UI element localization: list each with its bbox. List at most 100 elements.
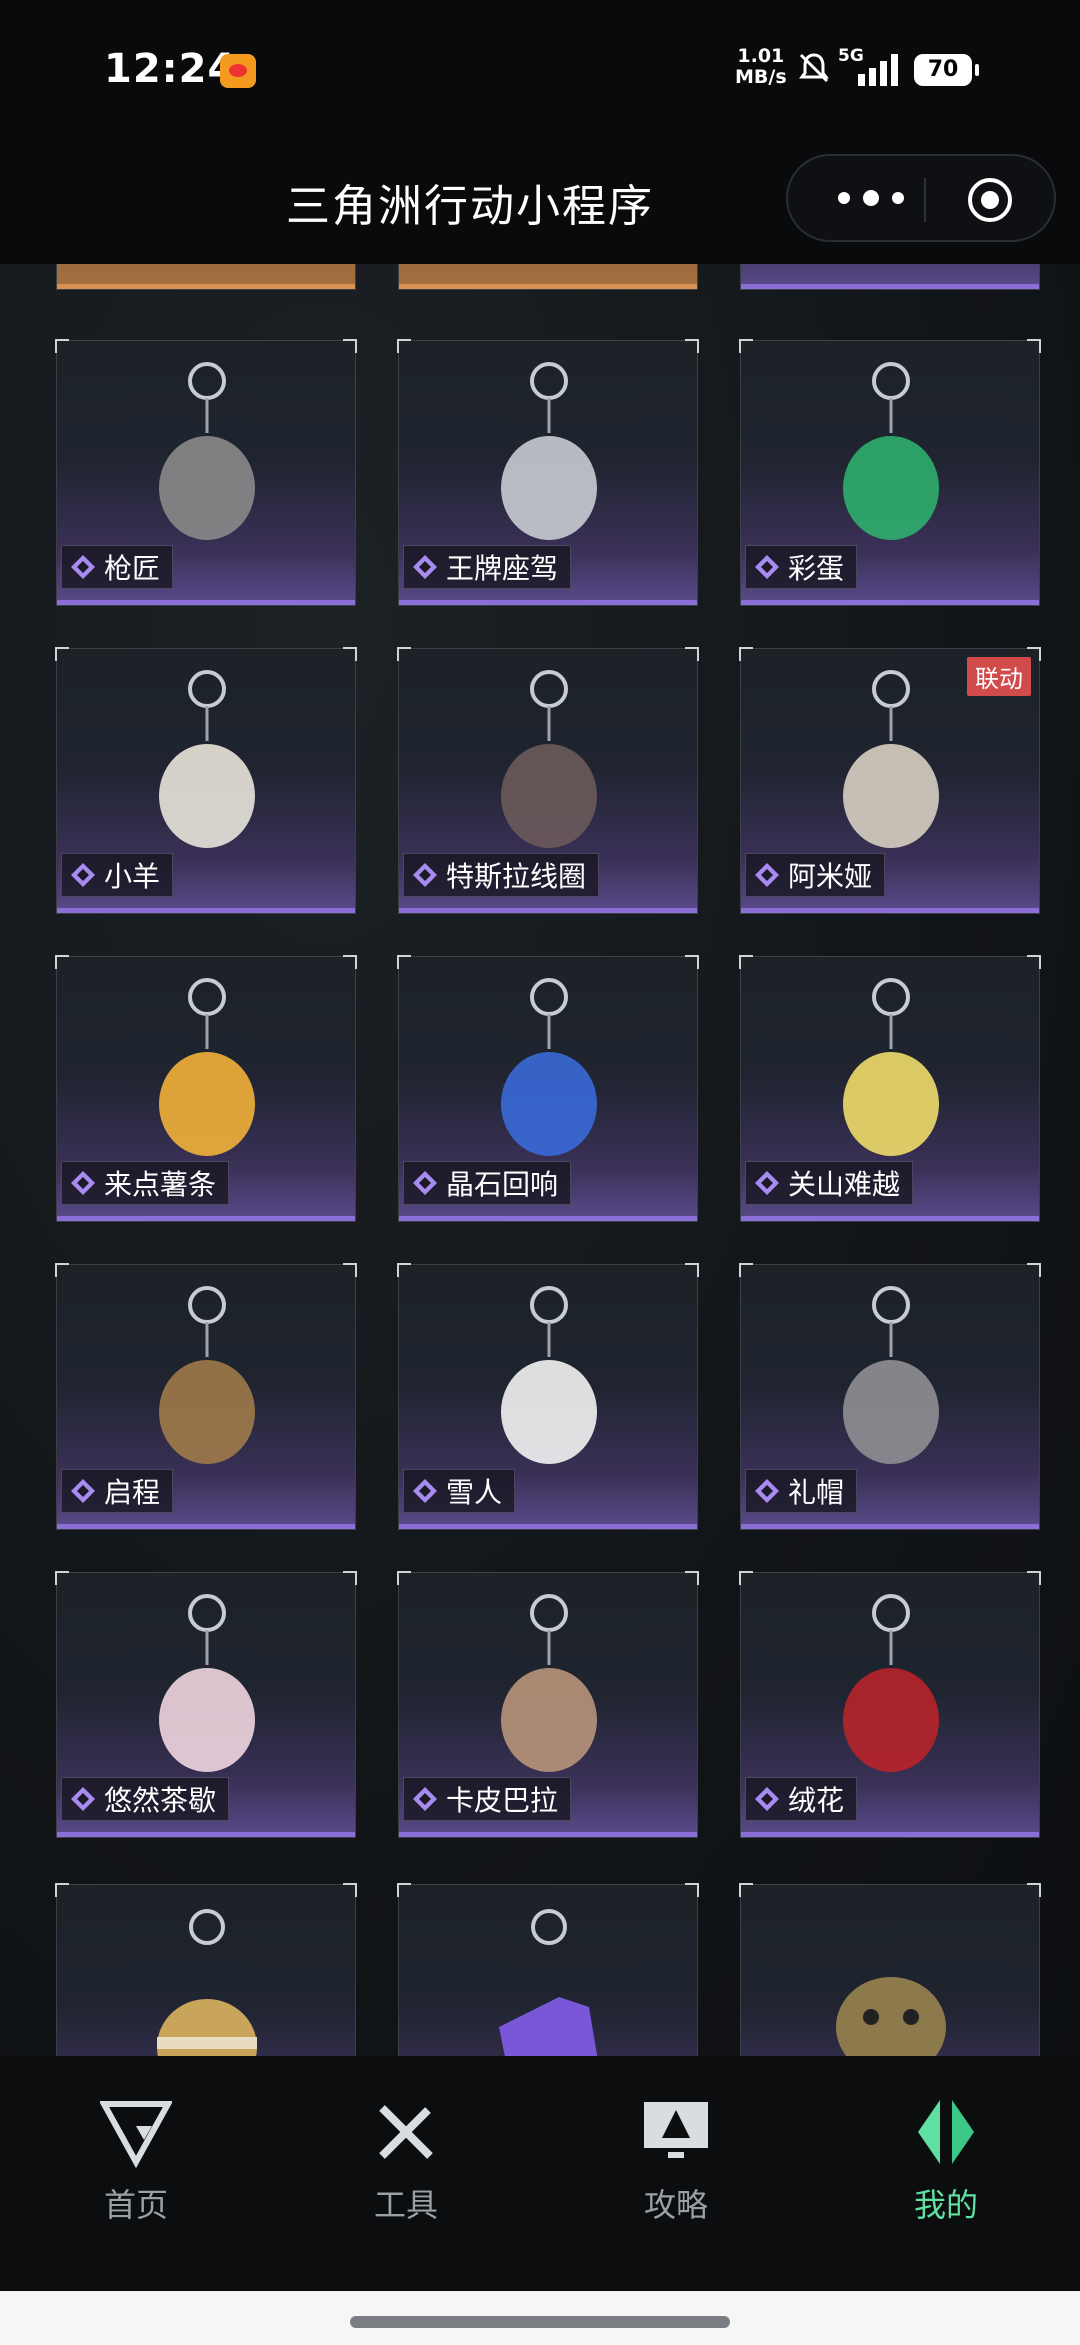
charm-card-partial[interactable] [739,1883,1041,2056]
more-options-icon[interactable] [826,178,916,218]
charm-card[interactable]: 启程 [55,1263,357,1530]
capybara-charm-icon [501,1594,597,1772]
fries-charm-icon [159,978,255,1156]
charm-card[interactable]: 雪人 [397,1263,699,1530]
card-corner [739,647,753,661]
network-speed: 1.01 MB/s [735,46,787,88]
card-corner [397,647,411,661]
charm-name: 晶石回响 [446,1168,559,1201]
charm-name: 关山难越 [788,1168,901,1201]
charm-card[interactable]: 卡皮巴拉 [397,1571,699,1838]
card-corner [397,1571,411,1585]
charm-card[interactable]: 王牌座驾 [397,339,699,606]
charm-card[interactable]: 绒花 [739,1571,1041,1838]
charm-card[interactable]: 阿米娅 联动 [739,647,1041,914]
card-bottom-line [57,284,355,289]
collab-tag: 联动 [967,657,1031,696]
cupcake-charm-icon [159,1594,255,1772]
rarity-gem-icon [413,1787,437,1811]
charm-name: 阿米娅 [788,860,873,893]
status-bar: 12:24 1.01 MB/s 5G 70 [0,0,1080,140]
card-bottom-line [399,1524,697,1529]
card-corner [1027,339,1041,353]
charm-name: 彩蛋 [788,552,845,585]
card-corner [1027,955,1041,969]
charm-card[interactable]: 晶石回响 [397,955,699,1222]
snake-head-charm-icon [836,1977,946,2056]
card-corner [343,339,357,353]
charm-label: 小羊 [61,853,174,897]
tab-guide[interactable]: 攻略 [596,2096,756,2226]
tab-bar: 首页 工具 攻略 我的 [0,2056,1080,2291]
charm-name: 绒花 [788,1784,845,1817]
weibo-notification-icon [220,54,256,88]
card-bottom-line [399,908,697,913]
network-speed-unit: MB/s [735,66,787,88]
charm-name: 雪人 [446,1476,503,1509]
card-bottom-line [399,1832,697,1837]
card-bottom-line [741,1216,1039,1221]
card-corner [739,1571,753,1585]
charm-card[interactable]: 关山难越 [739,955,1041,1222]
charm-label: 王牌座驾 [403,545,572,589]
rarity-gem-icon [71,1171,95,1195]
card-corner [739,955,753,969]
card-corner [685,339,699,353]
home-indicator[interactable] [350,2316,730,2328]
rarity-gem-icon [71,555,95,579]
card-corner [343,647,357,661]
charm-card[interactable]: 特斯拉线圈 [397,647,699,914]
charm-gallery: 枪匠 王牌座驾 彩蛋 小羊 特斯拉线圈 阿米娅 联动 来点薯条 晶石回响 关山难… [0,264,1080,2056]
card-corner [55,647,69,661]
charm-card-partial[interactable] [740,264,1040,290]
charm-card-partial[interactable] [55,1883,357,2056]
card-bottom-line [399,284,697,289]
tab-home[interactable]: 首页 [56,2096,216,2226]
charm-label: 启程 [61,1469,174,1513]
charm-card[interactable]: 小羊 [55,647,357,914]
card-corner [55,955,69,969]
card-corner [685,1263,699,1277]
card-corner [1027,1263,1041,1277]
charm-card-partial[interactable] [398,264,698,290]
profile-logo-icon [918,2100,974,2164]
card-corner [55,339,69,353]
card-bottom-line [399,1216,697,1221]
charm-name: 小羊 [104,860,161,893]
card-corner [739,1263,753,1277]
card-corner [397,339,411,353]
charm-name: 卡皮巴拉 [446,1784,559,1817]
rarity-gem-icon [413,1479,437,1503]
card-corner [739,339,753,353]
charm-name: 礼帽 [788,1476,845,1509]
charm-label: 特斯拉线圈 [403,853,600,897]
charm-card[interactable]: 礼帽 [739,1263,1041,1530]
card-bottom-line [57,600,355,605]
charm-label: 悠然茶歇 [61,1777,230,1821]
can-charm-icon [843,978,939,1156]
charm-card[interactable]: 彩蛋 [739,339,1041,606]
charm-name: 枪匠 [104,552,161,585]
crystal-charm-icon [501,978,597,1156]
card-bottom-line [57,1524,355,1529]
tab-tools[interactable]: 工具 [326,2096,486,2226]
charm-card[interactable]: 枪匠 [55,339,357,606]
charm-card[interactable]: 来点薯条 [55,955,357,1222]
tab-mine-label: 我的 [913,2186,978,2224]
close-mini-program-icon[interactable] [966,176,1014,224]
charm-card-partial[interactable] [397,1883,699,2056]
charm-card-partial[interactable] [56,264,356,290]
rarity-gem-icon [755,863,779,887]
tab-home-label: 首页 [103,2186,168,2224]
battery-indicator: 70 [914,54,979,86]
card-corner [55,1571,69,1585]
hat-charm-icon [843,1286,939,1464]
charm-label: 关山难越 [745,1161,914,1205]
rarity-gem-icon [413,555,437,579]
rarity-gem-icon [755,1171,779,1195]
gun-block-charm-icon [159,362,255,540]
tab-mine[interactable]: 我的 [866,2096,1026,2226]
charm-card[interactable]: 悠然茶歇 [55,1571,357,1838]
charm-label: 彩蛋 [745,545,858,589]
rarity-gem-icon [71,1479,95,1503]
